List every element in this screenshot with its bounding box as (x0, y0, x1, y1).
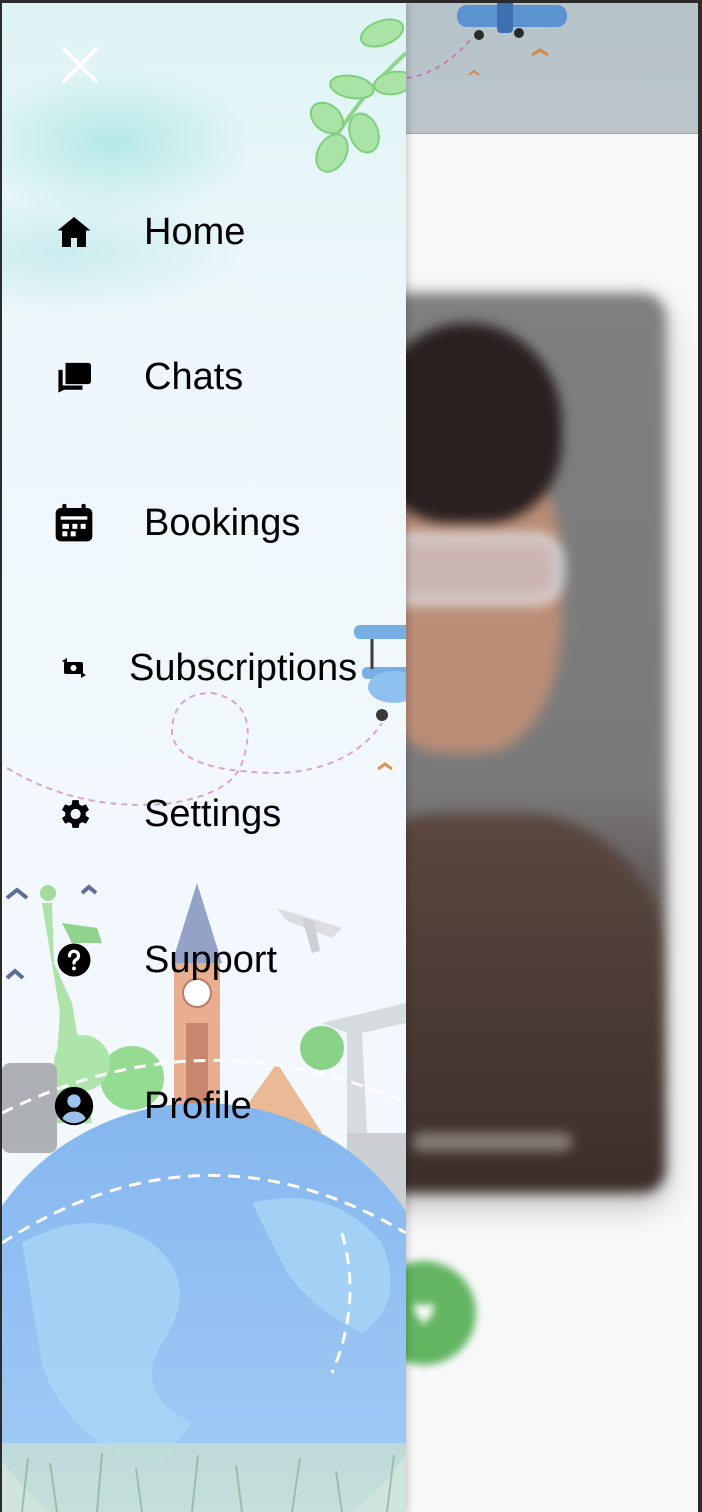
profile-subtitle-blur (412, 1133, 572, 1151)
drawer-item-label: Chats (144, 355, 244, 398)
close-button[interactable] (58, 43, 102, 87)
drawer-item-bookings[interactable]: Bookings (2, 488, 406, 558)
drawer-item-label: Support (144, 938, 278, 981)
drawer-item-label: Home (144, 210, 246, 253)
navigation-drawer: Home Chats Bookings Subscriptions Settin… (2, 3, 406, 1512)
close-icon (62, 47, 98, 83)
drawer-item-home[interactable]: Home (2, 197, 406, 267)
help-icon (54, 940, 94, 980)
drawer-item-chats[interactable]: Chats (2, 342, 406, 412)
drawer-item-settings[interactable]: Settings (2, 779, 406, 849)
chats-icon (54, 357, 94, 397)
drawer-item-profile[interactable]: Profile (2, 1071, 406, 1141)
leaf-branch (309, 18, 406, 173)
app-screen: ♥ Home Chats Bookings Subscriptions Sett… (2, 3, 698, 1512)
drawer-item-label: Settings (144, 792, 282, 835)
account-circle-icon (54, 1086, 94, 1126)
home-icon (54, 212, 94, 252)
drawer-item-support[interactable]: Support (2, 925, 406, 995)
gear-icon (54, 794, 94, 834)
money-exchange-icon (54, 648, 94, 688)
drawer-item-label: Profile (144, 1084, 252, 1127)
drawer-item-subscriptions[interactable]: Subscriptions (2, 633, 406, 703)
calendar-icon (54, 503, 94, 543)
drawer-item-label: Subscriptions (129, 646, 358, 689)
drawer-item-label: Bookings (144, 501, 301, 544)
heart-icon: ♥ (412, 1290, 436, 1335)
